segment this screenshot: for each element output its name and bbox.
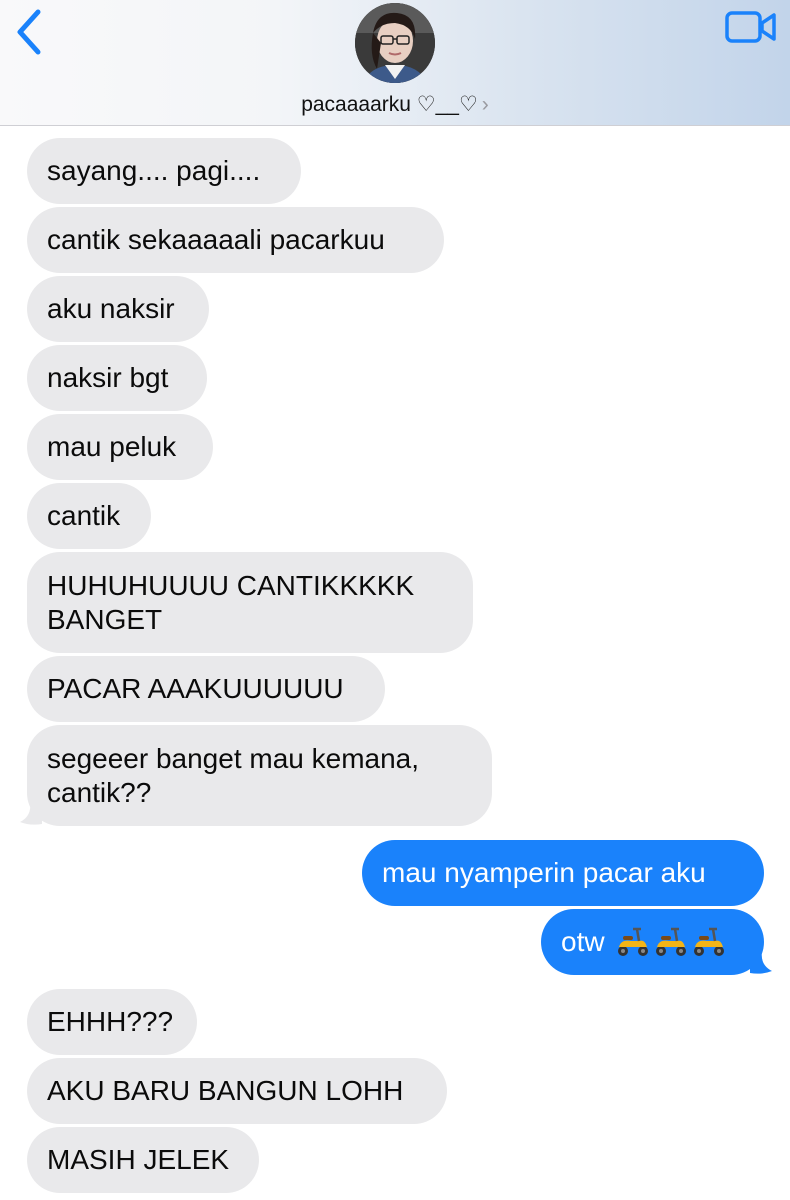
message-bubble-incoming[interactable]: mau peluk <box>27 414 213 480</box>
facetime-video-button[interactable] <box>724 10 778 44</box>
message-bubble-incoming[interactable]: cantik sekaaaaali pacarkuu <box>27 207 444 273</box>
video-camera-icon <box>725 11 776 43</box>
message-text: MASIH JELEK <box>47 1144 230 1175</box>
contact-name: pacaaaarku ♡__♡ <box>301 93 478 116</box>
contact-avatar[interactable] <box>355 3 435 83</box>
message-bubble-incoming[interactable]: cantik <box>27 483 151 549</box>
message-text: segeeer banget mau kemana, cantik?? <box>47 742 420 808</box>
message-bubble-incoming[interactable]: PACAR AAAKUUUUUU <box>27 656 385 722</box>
bubble-tail <box>750 951 772 974</box>
back-button[interactable] <box>10 6 50 58</box>
message-text: mau nyamperin pacar aku <box>382 857 706 888</box>
message-bubble-incoming[interactable]: segeeer banget mau kemana, cantik?? <box>27 725 492 826</box>
message-text: aku naksir <box>47 293 175 324</box>
message-text: cantik sekaaaaali pacarkuu <box>47 224 385 255</box>
message-text: cantik <box>47 500 121 531</box>
message-bubble-incoming[interactable]: naksir bgt <box>27 345 207 411</box>
contact-name-button[interactable]: pacaaaarku ♡__♡ › <box>0 92 790 117</box>
message-bubble-incoming[interactable]: aku naksir <box>27 276 209 342</box>
message-bubble-outgoing[interactable]: otw <box>541 909 764 975</box>
message-text: naksir bgt <box>47 362 169 393</box>
message-text: PACAR AAAKUUUUUU <box>47 673 344 704</box>
conversation-header: pacaaaarku ♡__♡ › <box>0 0 790 126</box>
scooter-icon <box>655 927 686 956</box>
scooter-icon <box>693 927 724 956</box>
message-text: mau peluk <box>47 431 177 462</box>
message-bubble-outgoing[interactable]: mau nyamperin pacar aku <box>362 840 764 906</box>
message-bubble-incoming[interactable]: sayang.... pagi.... <box>27 138 301 204</box>
message-text: HUHUHUUUU CANTIKKKKK BANGET <box>47 569 415 635</box>
message-bubble-incoming[interactable]: HUHUHUUUU CANTIKKKKK BANGET <box>27 552 473 653</box>
chevron-left-icon <box>17 9 41 55</box>
message-bubble-incoming[interactable]: AKU BARU BANGUN LOHH <box>27 1058 447 1124</box>
scooter-emojis <box>613 927 727 957</box>
message-text: EHHH??? <box>47 1006 174 1037</box>
message-text: otw <box>561 926 605 957</box>
message-bubble-incoming[interactable]: EHHH??? <box>27 989 197 1055</box>
chevron-right-icon: › <box>481 93 489 116</box>
message-text: AKU BARU BANGUN LOHH <box>47 1075 404 1106</box>
bubble-tail <box>20 802 42 825</box>
message-bubble-incoming[interactable]: MASIH JELEK <box>27 1127 259 1193</box>
message-text: sayang.... pagi.... <box>47 155 261 186</box>
scooter-icon <box>617 927 648 956</box>
